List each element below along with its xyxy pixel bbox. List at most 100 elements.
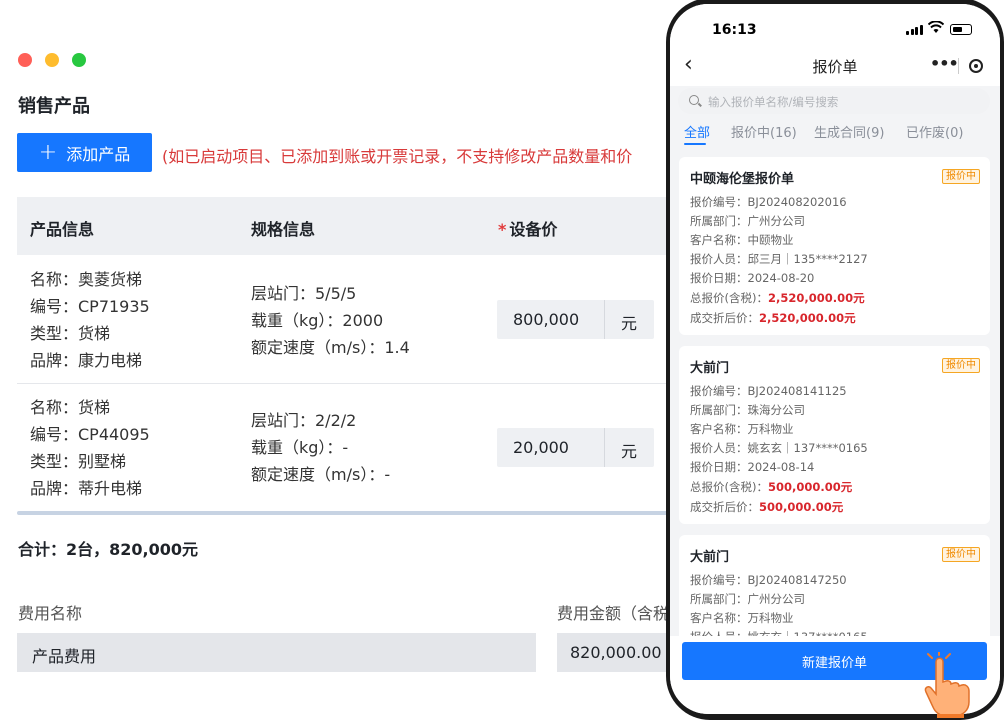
close-target-icon[interactable] (969, 59, 983, 73)
quote-department: 所属部门：广州分公司 (690, 214, 805, 228)
tab-quoting[interactable]: 报价中(16) (731, 122, 797, 141)
fee-amount-value: 820,000.00 (570, 643, 662, 662)
spec-info: 层站门：2/2/2 载重（kg）：- 额定速度（m/s）：- (251, 407, 390, 488)
fee-name-field[interactable]: 产品费用 (17, 633, 536, 672)
quote-salesperson: 报价人员：姚玄玄｜137****0165 (690, 441, 868, 455)
quote-total-value: 500,000.00元 (767, 480, 853, 494)
signal-icon (906, 25, 923, 35)
quote-total: 总报价(含税)：2,520,000.00元 (690, 290, 865, 306)
product-info: 名称：奥菱货梯 编号：CP71935 类型：货梯 品牌：康力电梯 (30, 266, 150, 374)
quote-search-input[interactable]: 输入报价单名称/编号搜索 (678, 88, 990, 114)
product-name: 名称：奥菱货梯 (30, 270, 143, 289)
quote-card[interactable]: 大前门 报价中 报价编号：BJ202408141125 所属部门：珠海分公司 客… (679, 346, 990, 524)
divider (604, 428, 605, 467)
quote-total: 总报价(含税)：500,000.00元 (690, 479, 852, 495)
fee-amount-label: 费用金额（含税 (557, 604, 670, 623)
add-product-label: 添加产品 (66, 144, 131, 164)
product-type: 类型：别墅梯 (30, 452, 127, 471)
quote-total-label: 总报价(含税)： (690, 480, 768, 494)
quote-card[interactable]: 中颐海伦堡报价单 报价中 报价编号：BJ202408202016 所属部门：广州… (679, 157, 990, 335)
table-row: 名称：奥菱货梯 编号：CP71935 类型：货梯 品牌：康力电梯 层站门：5/5… (17, 256, 677, 384)
fee-name-value: 产品费用 (32, 647, 97, 666)
quote-number: 报价编号：BJ202408147250 (690, 573, 847, 587)
quote-deal-price: 成交折后价：2,520,000.00元 (690, 310, 856, 326)
mini-program-capsule: ••• (922, 52, 992, 80)
quote-department: 所属部门：广州分公司 (690, 592, 805, 606)
product-brand: 品牌：蒂升电梯 (30, 479, 143, 498)
quote-title: 大前门 (690, 361, 730, 376)
price-unit: 元 (621, 442, 638, 461)
table-row: 名称：货梯 编号：CP44095 类型：别墅梯 品牌：蒂升电梯 层站门：2/2/… (17, 385, 677, 511)
nav-bar: ‹ 报价单 ••• (670, 48, 1000, 86)
status-time: 16:13 (712, 22, 757, 38)
equipment-price-input[interactable]: 800,000 元 (497, 300, 654, 339)
price-value: 20,000 (513, 438, 569, 457)
quote-deal-label: 成交折后价： (690, 500, 759, 514)
order-total: 合计：2台，820,000元 (18, 540, 199, 559)
search-placeholder: 输入报价单名称/编号搜索 (708, 95, 839, 109)
quote-total-label: 总报价(含税)： (690, 291, 768, 305)
spec-floors: 层站门：2/2/2 (251, 411, 357, 430)
quote-title: 大前门 (690, 550, 730, 565)
equipment-price-input[interactable]: 20,000 元 (497, 428, 654, 467)
tab-voided[interactable]: 已作废(0) (906, 122, 963, 141)
column-spec-info: 规格信息 (251, 220, 316, 239)
status-badge: 报价中 (942, 547, 980, 562)
product-brand: 品牌：康力电梯 (30, 351, 143, 370)
price-unit: 元 (621, 314, 638, 333)
quote-total-value: 2,520,000.00元 (767, 291, 865, 305)
required-mark: * (498, 220, 507, 239)
quote-customer: 客户名称：万科物业 (690, 611, 794, 625)
search-icon (689, 95, 699, 105)
product-name: 名称：货梯 (30, 398, 111, 417)
quote-title: 中颐海伦堡报价单 (690, 172, 795, 187)
quote-salesperson: 报价人员：邱三月｜135****2127 (690, 252, 868, 266)
spec-speed: 额定速度（m/s）：- (251, 465, 391, 484)
status-badge: 报价中 (942, 169, 980, 184)
plus-icon: + (38, 139, 58, 165)
tab-all[interactable]: 全部 (684, 122, 710, 141)
minimize-window-button[interactable] (45, 53, 59, 67)
spec-info: 层站门：5/5/5 载重（kg）：2000 额定速度（m/s）：1.4 (251, 280, 410, 361)
battery-icon (950, 24, 972, 35)
product-code: 编号：CP44095 (30, 425, 150, 444)
close-window-button[interactable] (18, 53, 32, 67)
active-tab-indicator (684, 143, 706, 145)
quote-date: 报价日期：2024-08-14 (690, 460, 815, 474)
edit-restriction-notice: (如已启动项目、已添加到账或开票记录，不支持修改产品数量和价 (162, 147, 633, 166)
status-badge: 报价中 (942, 358, 980, 373)
quote-deal-price: 成交折后价：500,000.00元 (690, 499, 843, 515)
divider (604, 300, 605, 339)
quote-department: 所属部门：珠海分公司 (690, 403, 805, 417)
product-table-header: 产品信息 规格信息 * 设备价 (17, 197, 677, 255)
column-equipment-price-label: 设备价 (509, 220, 558, 239)
quote-deal-value: 2,520,000.00元 (759, 311, 856, 325)
add-product-button[interactable]: + 添加产品 (17, 133, 152, 172)
tap-hand-icon (924, 652, 970, 718)
window-controls (18, 53, 86, 67)
capsule-divider (958, 58, 959, 74)
status-bar: 16:13 (670, 4, 1000, 48)
column-product-info: 产品信息 (30, 220, 95, 239)
quote-number: 报价编号：BJ202408202016 (690, 195, 847, 209)
table-horizontal-scrollbar[interactable] (17, 511, 677, 515)
maximize-window-button[interactable] (72, 53, 86, 67)
quote-deal-value: 500,000.00元 (759, 500, 844, 514)
spec-speed: 额定速度（m/s）：1.4 (251, 338, 410, 357)
page-title: 销售产品 (18, 96, 90, 117)
quote-customer: 客户名称：中颐物业 (690, 233, 794, 247)
status-tabs: 全部 报价中(16) 生成合同(9) 已作废(0) (670, 116, 1000, 146)
quote-date: 报价日期：2024-08-20 (690, 271, 815, 285)
product-code: 编号：CP71935 (30, 297, 150, 316)
tab-contract-generated[interactable]: 生成合同(9) (814, 122, 884, 141)
price-value: 800,000 (513, 310, 580, 329)
spec-load: 载重（kg）：- (251, 438, 349, 457)
quote-deal-label: 成交折后价： (690, 311, 759, 325)
more-dots-icon[interactable]: ••• (930, 54, 959, 73)
quote-customer: 客户名称：万科物业 (690, 422, 794, 436)
wifi-icon (928, 21, 944, 33)
spec-load: 载重（kg）：2000 (251, 311, 384, 330)
product-info: 名称：货梯 编号：CP44095 类型：别墅梯 品牌：蒂升电梯 (30, 394, 150, 502)
fee-name-label: 费用名称 (18, 604, 83, 623)
phone-frame: 16:13 ‹ 报价单 ••• 输入报价单名称/编号搜索 全部 报价中(16) … (666, 0, 1004, 720)
